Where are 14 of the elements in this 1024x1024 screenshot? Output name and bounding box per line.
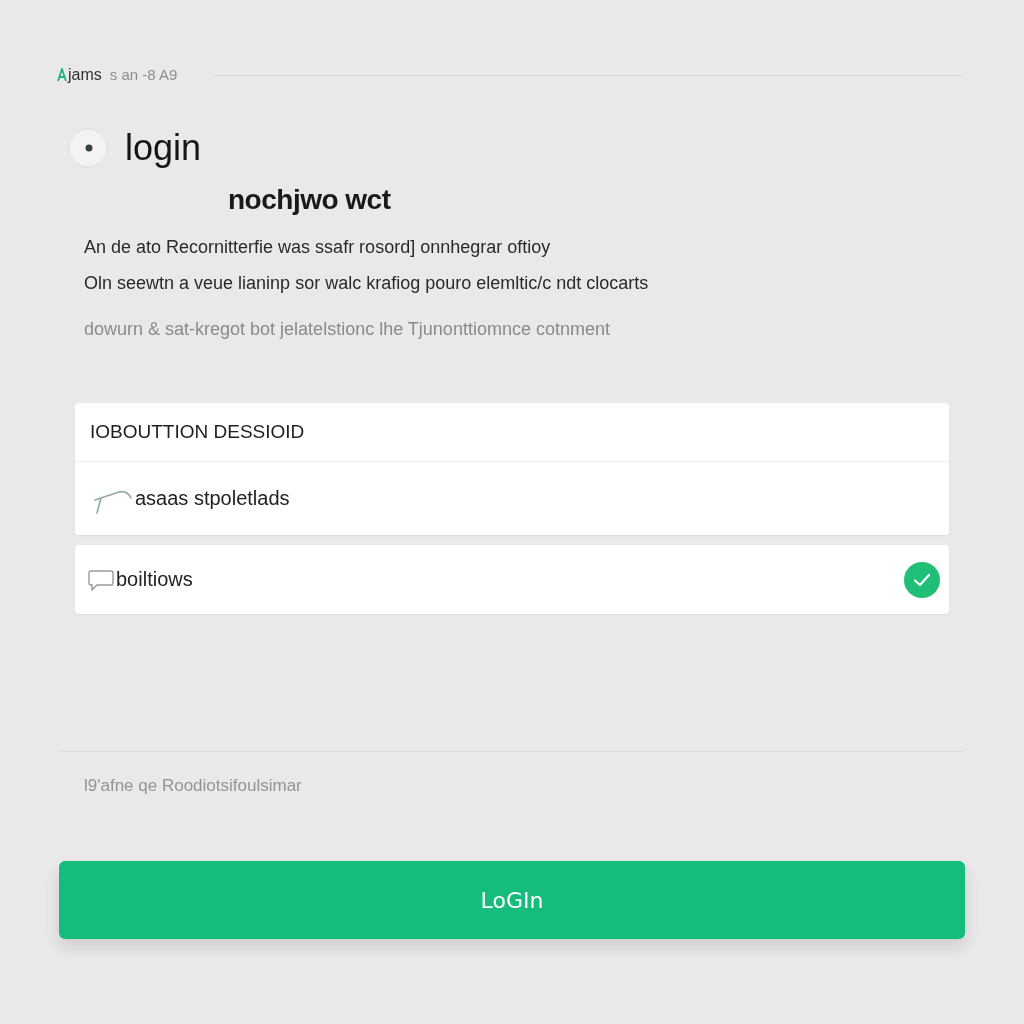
brand-name: jams (68, 66, 102, 84)
description-line: An de ato Recornitterfie was ssafr rosord] onnhegrar oftioy (84, 236, 551, 258)
input-field[interactable]: asaas stpoletlads (75, 462, 949, 535)
speech-bubble-icon (88, 568, 114, 591)
input-field[interactable]: boiltiows (75, 545, 949, 614)
description-line: Oln seewtn a veue lianinp sor walc krafiog pouro elemltic/c ndt clocarts (84, 272, 649, 294)
page-subtitle: nochjwo wct (228, 184, 391, 216)
section-heading: IOBOUTTION DESSIOID (90, 421, 305, 443)
header-meta: s an -8 A9 (109, 66, 178, 84)
description-line: dowurn & sat-kregot bot jelatelstionc lhe Tjunonttiomnce cotnment (84, 318, 610, 340)
avatar-icon (68, 128, 108, 168)
page-title: login (125, 128, 202, 168)
logo-icon (57, 68, 67, 82)
footnote-text: l9'afne qe Roodiotsifoulsimar (84, 776, 302, 796)
